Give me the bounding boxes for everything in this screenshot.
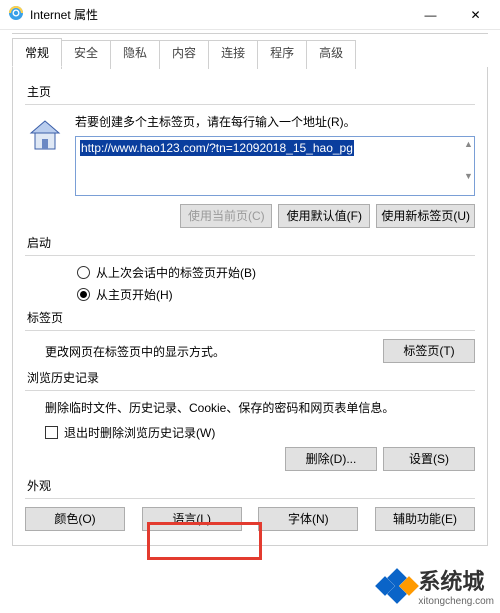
delete-on-exit-label: 退出时删除浏览历史记录(W) <box>64 424 215 441</box>
history-hint: 删除临时文件、历史记录、Cookie、保存的密码和网页表单信息。 <box>45 399 475 416</box>
tab-general[interactable]: 常规 <box>12 38 62 67</box>
window-title: Internet 属性 <box>30 6 408 23</box>
homepage-label: 主页 <box>27 83 475 100</box>
use-default-button[interactable]: 使用默认值(F) <box>278 204 370 228</box>
tab-security[interactable]: 安全 <box>61 40 111 69</box>
tab-privacy[interactable]: 隐私 <box>110 40 160 69</box>
homepage-hint: 若要创建多个主标签页，请在每行输入一个地址(R)。 <box>75 113 475 130</box>
divider <box>25 330 475 331</box>
language-button[interactable]: 语言(L) <box>142 507 242 531</box>
divider <box>25 498 475 499</box>
tab-content[interactable]: 内容 <box>159 40 209 69</box>
divider <box>25 390 475 391</box>
watermark-url: xitongcheng.com <box>418 596 494 607</box>
radio-icon <box>77 266 90 279</box>
startup-homepage[interactable]: 从主页开始(H) <box>77 286 475 303</box>
startup-last-label: 从上次会话中的标签页开始(B) <box>96 264 256 281</box>
tabs-settings-button[interactable]: 标签页(T) <box>383 339 475 363</box>
radio-icon <box>77 288 90 301</box>
history-settings-button[interactable]: 设置(S) <box>383 447 475 471</box>
homepage-url-value: http://www.hao123.com/?tn=12092018_15_ha… <box>80 140 354 156</box>
close-button[interactable]: ✕ <box>453 0 498 29</box>
titlebar: Internet 属性 — ✕ <box>0 0 500 30</box>
watermark: 系统城 xitongcheng.com <box>376 564 494 607</box>
minimize-button[interactable]: — <box>408 0 453 29</box>
tab-connections[interactable]: 连接 <box>208 40 258 69</box>
delete-on-exit-checkbox[interactable]: 退出时删除浏览历史记录(W) <box>45 424 475 441</box>
tabs-section-hint: 更改网页在标签页中的显示方式。 <box>45 343 225 360</box>
tab-strip-line <box>12 33 488 34</box>
home-icon <box>25 115 65 155</box>
colors-button[interactable]: 颜色(O) <box>25 507 125 531</box>
startup-home-label: 从主页开始(H) <box>96 286 173 303</box>
homepage-url-input[interactable]: http://www.hao123.com/?tn=12092018_15_ha… <box>75 136 475 196</box>
watermark-logo-icon <box>376 571 412 601</box>
ie-icon <box>8 5 24 24</box>
accessibility-button[interactable]: 辅助功能(E) <box>375 507 475 531</box>
startup-last-session[interactable]: 从上次会话中的标签页开始(B) <box>77 264 475 281</box>
startup-label: 启动 <box>27 234 475 251</box>
general-panel: 主页 若要创建多个主标签页，请在每行输入一个地址(R)。 http://www.… <box>12 67 488 546</box>
tabs-section-label: 标签页 <box>27 309 475 326</box>
scroll-indicator: ▲▼ <box>464 140 472 180</box>
divider <box>25 104 475 105</box>
tab-advanced[interactable]: 高级 <box>306 40 356 69</box>
tab-strip: 常规 安全 隐私 内容 连接 程序 高级 <box>12 38 488 67</box>
appearance-label: 外观 <box>27 477 475 494</box>
history-label: 浏览历史记录 <box>27 369 475 386</box>
use-current-button: 使用当前页(C) <box>180 204 272 228</box>
divider <box>25 255 475 256</box>
use-newtab-button[interactable]: 使用新标签页(U) <box>376 204 475 228</box>
checkbox-icon <box>45 426 58 439</box>
fonts-button[interactable]: 字体(N) <box>258 507 358 531</box>
watermark-brand: 系统城 <box>418 564 494 596</box>
delete-history-button[interactable]: 删除(D)... <box>285 447 377 471</box>
tab-programs[interactable]: 程序 <box>257 40 307 69</box>
